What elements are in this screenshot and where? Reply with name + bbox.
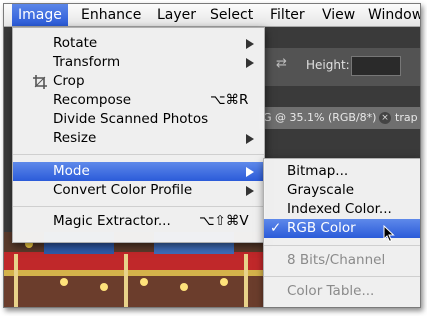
menu-divider <box>13 154 264 155</box>
mouse-pointer-icon <box>383 224 395 247</box>
menu-item-color-table: Color Table... <box>264 282 420 301</box>
menu-layer[interactable]: Layer <box>151 4 202 26</box>
menu-item-label: Crop <box>53 73 85 89</box>
close-icon[interactable]: × <box>379 112 391 124</box>
menu-item-convert-color-profile[interactable]: Convert Color Profile <box>13 181 264 200</box>
menu-item-label: Indexed Color... <box>287 201 392 217</box>
menu-item-grayscale[interactable]: Grayscale <box>264 181 420 200</box>
menu-select[interactable]: Select <box>204 4 259 26</box>
menu-window[interactable]: Window <box>362 4 420 26</box>
menu-item-8-bits-channel: 8 Bits/Channel <box>264 251 420 270</box>
chevron-right-icon <box>246 134 254 144</box>
menu-item-label: RGB Color <box>287 220 356 236</box>
chevron-right-icon <box>246 167 254 177</box>
height-input[interactable] <box>351 56 401 76</box>
menu-item-label: Magic Extractor... <box>53 213 171 229</box>
menu-divider <box>264 245 420 246</box>
menu-item-mode[interactable]: Mode <box>13 162 264 181</box>
menu-item-label: Convert Color Profile <box>53 182 193 198</box>
shortcut-label: ⌥⌘R <box>210 92 249 108</box>
menu-enhance[interactable]: Enhance <box>75 4 147 26</box>
chevron-right-icon <box>246 39 254 49</box>
menu-item-indexed-color[interactable]: Indexed Color... <box>264 200 420 219</box>
menu-item-divide-scanned-photos[interactable]: Divide Scanned Photos <box>13 110 264 129</box>
menu-item-transform[interactable]: Transform <box>13 53 264 72</box>
menu-image[interactable]: Image <box>12 4 68 26</box>
height-label: Height: <box>306 58 350 72</box>
menu-item-recompose[interactable]: Recompose ⌥⌘R <box>13 91 264 110</box>
menu-item-label: Bitmap... <box>287 163 349 179</box>
menu-item-label: 8 Bits/Channel <box>287 252 386 268</box>
menu-item-label: Recompose <box>53 92 132 108</box>
menu-item-label: Color Table... <box>287 283 375 299</box>
mode-submenu: Bitmap... Grayscale Indexed Color... ✓ R… <box>263 158 420 307</box>
document-tab[interactable]: G @ 35.1% (RGB/8*) <box>259 107 376 129</box>
menu-item-label: Resize <box>53 130 97 146</box>
chevron-right-icon <box>246 58 254 68</box>
shortcut-label: ⌥⇧⌘V <box>199 213 249 229</box>
menu-bar: Image Enhance Layer Select Filter View W… <box>4 4 420 27</box>
menu-item-label: Divide Scanned Photos <box>53 111 209 127</box>
swap-icon[interactable]: ⇄ <box>276 56 292 72</box>
canvas-photo <box>4 232 264 307</box>
chevron-right-icon <box>246 186 254 196</box>
image-menu: Rotate Transform Crop Recompose ⌥⌘R Divi… <box>12 27 265 243</box>
menu-item-rgb-color[interactable]: ✓ RGB Color <box>264 219 420 238</box>
menu-item-bitmap[interactable]: Bitmap... <box>264 162 420 181</box>
menu-item-magic-extractor[interactable]: Magic Extractor... ⌥⇧⌘V <box>13 212 264 231</box>
menu-item-label: Mode <box>53 163 90 179</box>
checkmark-icon: ✓ <box>270 220 282 236</box>
menu-divider <box>13 206 264 207</box>
menu-filter[interactable]: Filter <box>264 4 311 26</box>
menu-item-crop[interactable]: Crop <box>13 72 264 91</box>
menu-item-label: Grayscale <box>287 182 355 198</box>
menu-divider <box>264 276 420 277</box>
menu-item-resize[interactable]: Resize <box>13 129 264 148</box>
menu-item-label: Transform <box>53 54 121 70</box>
menu-item-label: Rotate <box>53 35 98 51</box>
app-window: ⇄ Height: G @ 35.1% (RGB/8*) × trap Imag… <box>3 3 421 308</box>
menu-item-rotate[interactable]: Rotate <box>13 34 264 53</box>
menu-view[interactable]: View <box>316 4 361 26</box>
document-tab-2[interactable]: trap <box>395 107 418 129</box>
